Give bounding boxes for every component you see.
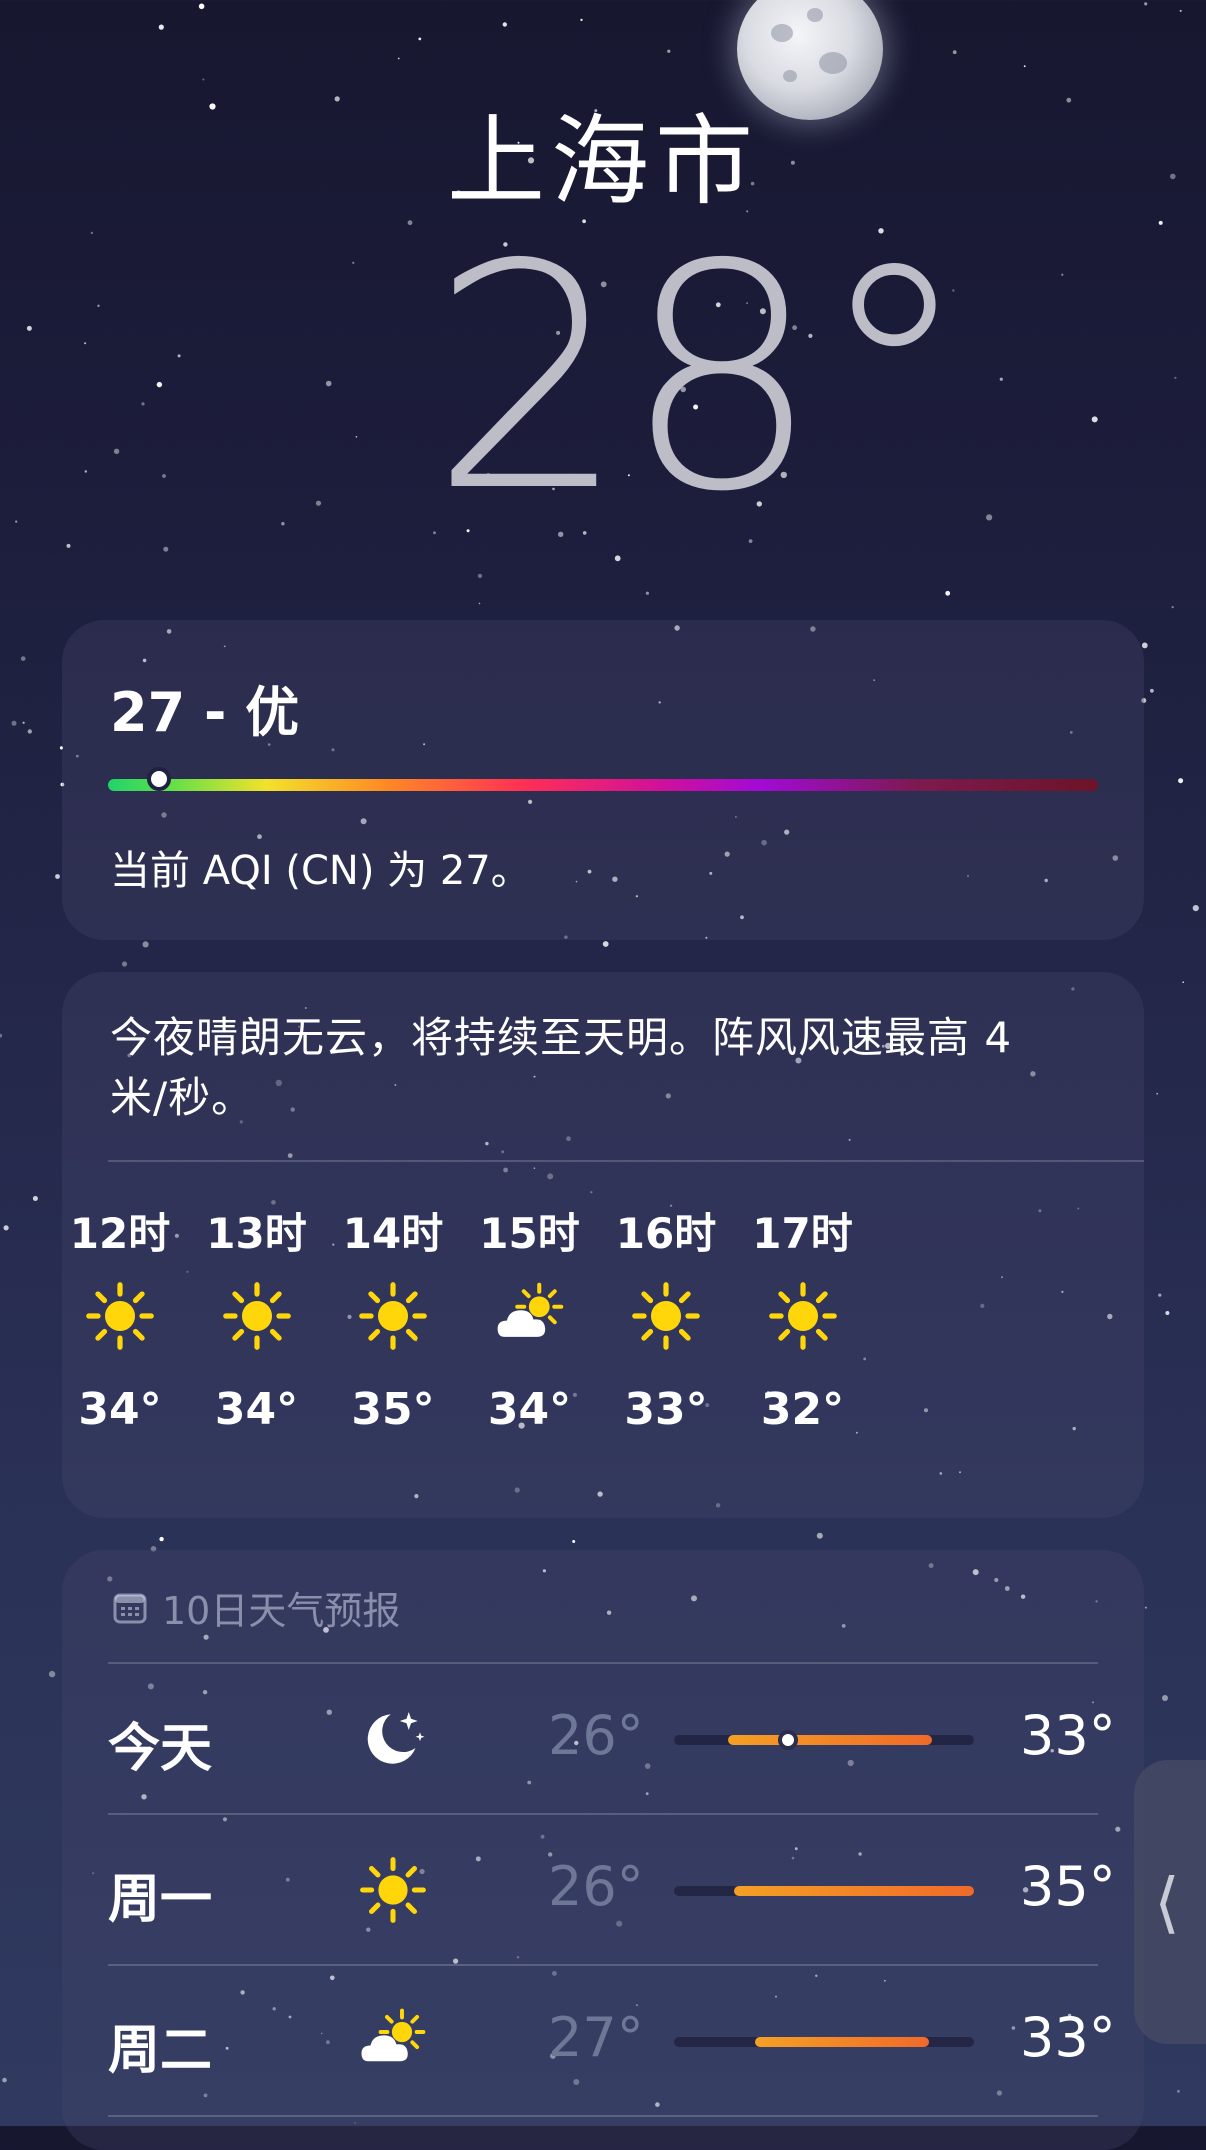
hour-temperature: 32° [760, 1384, 845, 1435]
forecast-high-temp: 35° [1020, 1855, 1116, 1918]
aqi-description: 当前 AQI (CN) 为 27。 [110, 848, 531, 894]
forecast-divider [108, 2115, 1098, 2117]
sun-icon [601, 1260, 731, 1372]
temperature-range-fill [734, 1886, 974, 1896]
forecast-header: 10日天气预报 [112, 1580, 400, 1635]
hour-column: 12时 34° [55, 1200, 185, 1435]
forecast-day-row[interactable]: 周二 27° 33° [108, 1966, 1116, 2116]
hour-temperature: 35° [351, 1384, 435, 1435]
hour-column: 15时 34° [465, 1200, 595, 1435]
current-temp-dot [778, 1730, 798, 1750]
hour-label: 12时 [69, 1209, 171, 1258]
sun-icon [192, 1260, 322, 1372]
current-temperature: 28° [430, 199, 971, 560]
sun-icon [738, 1260, 868, 1372]
temperature-range-fill [755, 2037, 929, 2047]
hour-column: 14时 35° [328, 1200, 458, 1435]
forecast-low-temp: 26° [548, 1855, 644, 1918]
forecast-day-label: 今天 [108, 1719, 213, 1779]
hour-label: 13时 [206, 1209, 307, 1258]
ten-day-forecast-card[interactable]: 10日天气预报 今天 26° 33° 周一 26° 35° 周二 27° 33° [62, 1550, 1144, 2150]
forecast-low-temp: 27° [548, 2006, 644, 2069]
calendar-icon [113, 1593, 147, 1623]
forecast-high-temp: 33° [1020, 1704, 1116, 1767]
partly-cloudy-icon [465, 1260, 595, 1372]
forecast-day-label: 周二 [108, 2021, 213, 2081]
sun-icon [328, 1260, 458, 1372]
forecast-day-row[interactable]: 今天 26° 33° [108, 1664, 1116, 1814]
forecast-day-label: 周一 [108, 1870, 213, 1930]
temperature-range-bar [674, 1730, 974, 1750]
hour-temperature: 34° [78, 1384, 162, 1435]
side-panel-handle[interactable]: ⟨ [1134, 1760, 1206, 2044]
hour-temperature: 33° [624, 1384, 708, 1435]
aqi-value: 27 - 优 [110, 681, 300, 744]
forecast-low-temp: 26° [548, 1704, 644, 1767]
hour-label: 14时 [342, 1209, 444, 1258]
partly-cloudy-icon [348, 1996, 438, 2086]
forecast-high-temp: 33° [1020, 2006, 1116, 2069]
sun-icon [348, 1845, 438, 1935]
weather-summary: 今夜晴朗无云，将持续至天明。阵风风速最高 4 米/秒。 [110, 1013, 1013, 1122]
hour-column: 16时 33° [601, 1200, 731, 1435]
hour-label: 16时 [615, 1209, 717, 1258]
hour-column: 17时 32° [738, 1200, 868, 1435]
forecast-header-label: 10日天气预报 [162, 1589, 401, 1633]
hourly-forecast-card[interactable]: 今夜晴朗无云，将持续至天明。阵风风速最高 4 米/秒。 12时 34° 13时 … [62, 972, 1144, 1518]
temperature-range-fill [728, 1735, 932, 1745]
summary-divider [108, 1160, 1144, 1162]
hour-temperature: 34° [487, 1384, 572, 1435]
moon-stars-icon [348, 1694, 438, 1784]
forecast-day-row[interactable]: 周一 26° 35° [108, 1815, 1116, 1965]
sun-icon [55, 1260, 185, 1372]
chevron-left-icon: ⟨ [1154, 1863, 1180, 1941]
hour-label: 15时 [479, 1209, 580, 1258]
hour-column: 13时 34° [192, 1200, 322, 1435]
temperature-range-bar [674, 2037, 974, 2047]
hour-label: 17时 [752, 1209, 853, 1258]
hour-temperature: 34° [214, 1384, 299, 1435]
temperature-range-bar [674, 1886, 974, 1896]
aqi-scale-bar [108, 779, 1098, 791]
